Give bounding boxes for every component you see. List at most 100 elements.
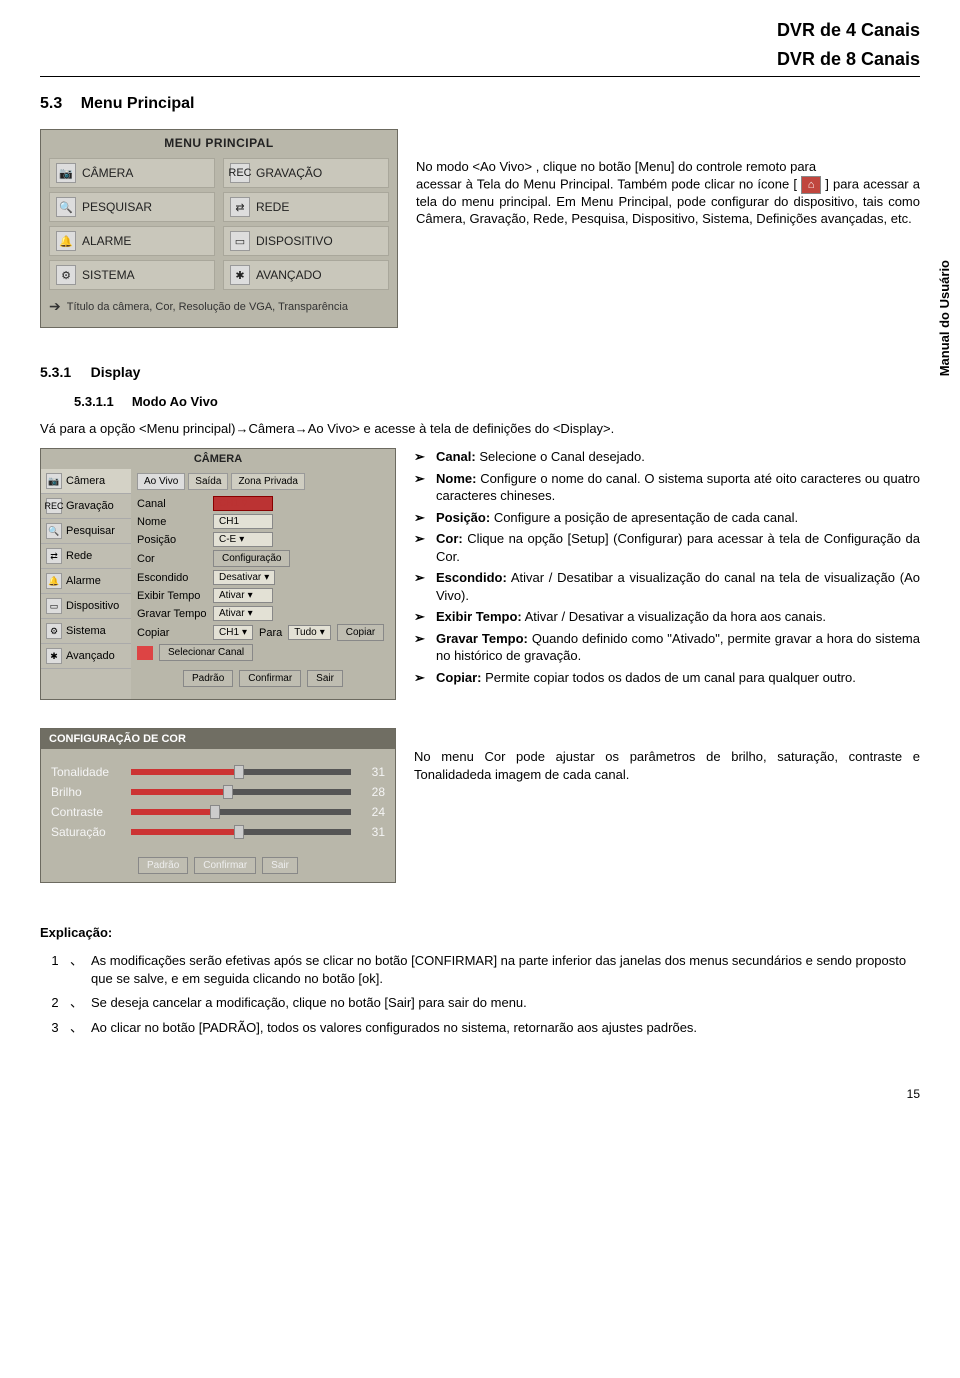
color-padrão-button[interactable]: Padrão xyxy=(138,857,188,874)
camera-padrão-button[interactable]: Padrão xyxy=(183,670,233,687)
explanation-heading: Explicação: xyxy=(40,925,920,940)
camera-confirmar-button[interactable]: Confirmar xyxy=(239,670,301,687)
bullet-item: ➢Canal: Selecione o Canal desejado. xyxy=(414,448,920,466)
menu-item-label: PESQUISAR xyxy=(82,200,152,214)
sidebar-item-label: Sistema xyxy=(66,625,106,637)
bullet-body: Ativar / Desatibar a visualização do can… xyxy=(436,570,920,603)
slider-saturação[interactable] xyxy=(131,829,351,835)
gravar-tempo-dropdown[interactable]: Ativar ▾ xyxy=(213,606,273,621)
escondido-label: Escondido xyxy=(137,572,207,584)
menu-item-gravação[interactable]: REC GRAVAÇÃO xyxy=(223,158,389,188)
sidebar-item-icon: ⇄ xyxy=(46,548,62,564)
slider-row-saturação: Saturação31 xyxy=(51,825,385,839)
bullet-icon: ➢ xyxy=(414,569,436,604)
bullet-title: Escondido: xyxy=(436,570,507,585)
copiar-button[interactable]: Copiar xyxy=(337,624,384,641)
bullet-title: Copiar: xyxy=(436,670,482,685)
slider-row-tonalidade: Tonalidade31 xyxy=(51,765,385,779)
menu-item-label: GRAVAÇÃO xyxy=(256,166,322,180)
header-titles: DVR de 4 Canais DVR de 8 Canais xyxy=(40,20,920,70)
canal-dropdown[interactable]: CH1 ▾ xyxy=(213,496,273,511)
slider-label: Contraste xyxy=(51,805,123,819)
subsubsection-number: 5.3.1.1 xyxy=(74,394,114,409)
slider-brilho[interactable] xyxy=(131,789,351,795)
menu-item-dispositivo[interactable]: ▭DISPOSITIVO xyxy=(223,226,389,256)
slider-value: 31 xyxy=(359,825,385,839)
tab-zona-privada[interactable]: Zona Privada xyxy=(231,473,304,490)
bullet-icon: ➢ xyxy=(414,448,436,466)
sidebar-item-gravação[interactable]: RECGravação xyxy=(41,494,131,519)
header-title-1: DVR de 4 Canais xyxy=(40,20,920,41)
bullet-icon: ➢ xyxy=(414,630,436,665)
explain-number: 2 xyxy=(40,994,70,1012)
escondido-dropdown[interactable]: Desativar ▾ xyxy=(213,570,275,585)
bullet-body: Configure o nome do canal. O sistema sup… xyxy=(436,471,920,504)
bullet-body: Clique na opção [Setup] (Configurar) par… xyxy=(436,531,920,564)
menu-item-sistema[interactable]: ⚙SISTEMA xyxy=(49,260,215,290)
explain-item: 1、As modificações serão efetivas após se… xyxy=(40,952,920,988)
bullet-item: ➢Nome: Configure o nome do canal. O sist… xyxy=(414,470,920,505)
slider-row-contraste: Contraste 24 xyxy=(51,805,385,819)
warning-icon xyxy=(137,646,153,660)
slider-value: 24 xyxy=(359,805,385,819)
camera-panel-title: CÂMERA xyxy=(41,449,395,469)
selecionar-canal-button[interactable]: Selecionar Canal xyxy=(159,644,253,661)
sidebar-item-icon: 🔔 xyxy=(46,573,62,589)
explain-text: As modificações serão efetivas após se c… xyxy=(91,952,920,988)
menu-item-icon: ✱ xyxy=(230,265,250,285)
subsubsection-heading: 5.3.1.1 Modo Ao Vivo xyxy=(74,394,920,409)
subsection-number: 5.3.1 xyxy=(40,364,71,380)
menu-principal-title: MENU PRINCIPAL xyxy=(49,136,389,150)
intro-line: Vá para a opção <Menu principal)→Câmera→… xyxy=(40,421,920,436)
cor-button[interactable]: Configuração xyxy=(213,550,290,567)
copiar-to-dropdown[interactable]: Tudo ▾ xyxy=(288,625,330,640)
posicao-dropdown[interactable]: C-E ▾ xyxy=(213,532,273,547)
sidebar-item-sistema[interactable]: ⚙Sistema xyxy=(41,619,131,644)
separator: 、 xyxy=(70,1019,83,1037)
home-icon: ⌂ xyxy=(801,176,821,194)
tab-saída[interactable]: Saída xyxy=(188,473,228,490)
tab-ao-vivo[interactable]: Ao Vivo xyxy=(137,473,185,490)
menu-item-pesquisar[interactable]: 🔍PESQUISAR xyxy=(49,192,215,222)
nome-field[interactable]: CH1 xyxy=(213,514,273,529)
sidebar-item-avançado[interactable]: ✱Avançado xyxy=(41,644,131,669)
camera-sair-button[interactable]: Sair xyxy=(307,670,343,687)
canal-label: Canal xyxy=(137,498,207,510)
copiar-label: Copiar xyxy=(137,627,207,639)
separator: 、 xyxy=(70,952,83,988)
sidebar-item-label: Rede xyxy=(66,550,92,562)
slider-tonalidade[interactable] xyxy=(131,769,351,775)
sidebar-item-alarme[interactable]: 🔔Alarme xyxy=(41,569,131,594)
nome-label: Nome xyxy=(137,516,207,528)
exibir-tempo-dropdown[interactable]: Ativar ▾ xyxy=(213,588,273,603)
color-sair-button[interactable]: Sair xyxy=(262,857,298,874)
menu-item-câmera[interactable]: 📷CÂMERA xyxy=(49,158,215,188)
sidebar-item-icon: 🔍 xyxy=(46,523,62,539)
menu-item-alarme[interactable]: 🔔ALARME xyxy=(49,226,215,256)
bullet-icon: ➢ xyxy=(414,530,436,565)
slider-contraste[interactable] xyxy=(131,809,351,815)
slider-value: 28 xyxy=(359,785,385,799)
color-confirmar-button[interactable]: Confirmar xyxy=(194,857,256,874)
menu-item-rede[interactable]: ⇄REDE xyxy=(223,192,389,222)
sidebar-item-pesquisar[interactable]: 🔍Pesquisar xyxy=(41,519,131,544)
copiar-from-dropdown[interactable]: CH1 ▾ xyxy=(213,625,253,640)
menu-item-icon: 📷 xyxy=(56,163,76,183)
color-description: No menu Cor pode ajustar os parâmetros d… xyxy=(414,728,920,783)
menu-item-icon: REC xyxy=(230,163,250,183)
menu-item-avançado[interactable]: ✱AVANÇADO xyxy=(223,260,389,290)
bullet-icon: ➢ xyxy=(414,509,436,527)
section-heading: 5.3 Menu Principal xyxy=(40,95,920,113)
page-number: 15 xyxy=(40,1087,920,1101)
bullet-title: Nome: xyxy=(436,471,476,486)
sidebar-item-câmera[interactable]: 📷Câmera xyxy=(41,469,131,494)
bullet-title: Posição: xyxy=(436,510,490,525)
gravar-tempo-label: Gravar Tempo xyxy=(137,608,207,620)
sidebar-item-rede[interactable]: ⇄ Rede xyxy=(41,544,131,569)
bullet-item: ➢Gravar Tempo: Quando definido como "Ati… xyxy=(414,630,920,665)
section-number: 5.3 xyxy=(40,95,62,112)
sidebar-item-dispositivo[interactable]: ▭Dispositivo xyxy=(41,594,131,619)
menu-principal-footnote-text: Título da câmera, Cor, Resolução de VGA,… xyxy=(67,301,348,313)
bullet-title: Canal: xyxy=(436,449,476,464)
bullet-icon: ➢ xyxy=(414,470,436,505)
